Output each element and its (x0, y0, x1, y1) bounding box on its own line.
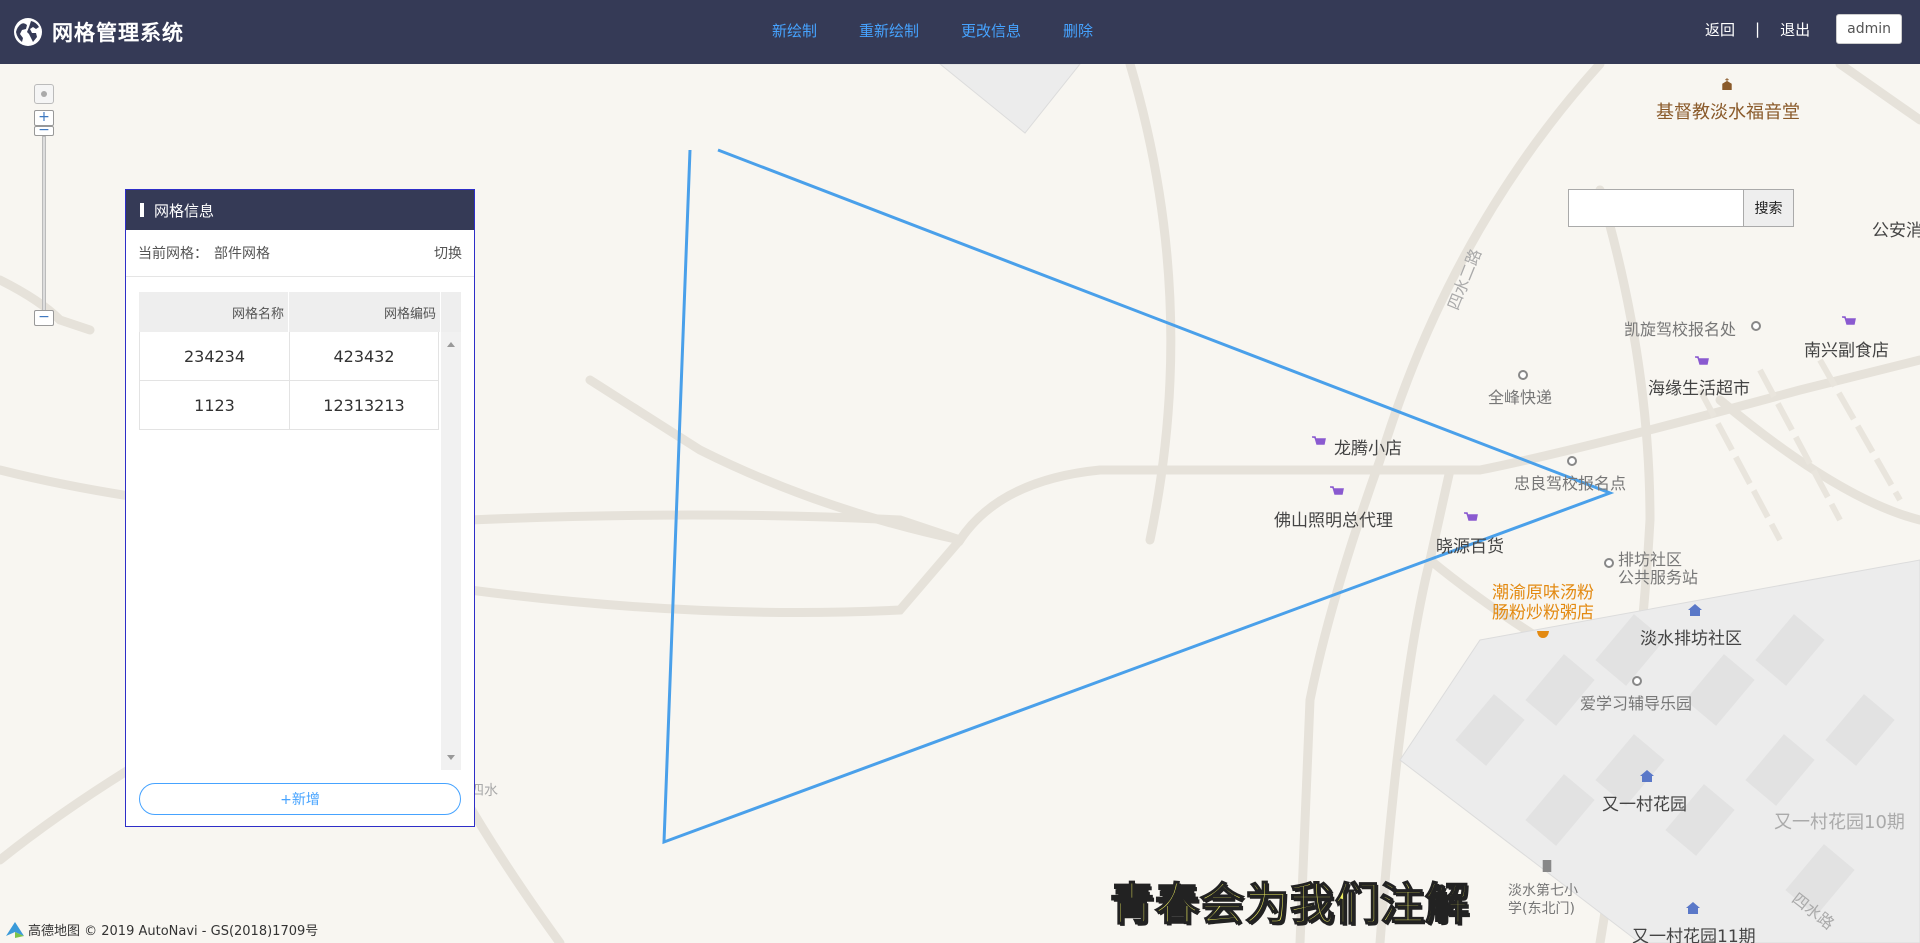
panel-header: 网格信息 (126, 190, 474, 230)
panel-title: 网格信息 (154, 201, 215, 220)
cell-grid-name: 1123 (139, 381, 289, 429)
header-accent-bar (140, 203, 144, 217)
toolbar-nav: 新绘制 重新绘制 更改信息 删除 (772, 20, 1135, 41)
cell-grid-code: 423432 (289, 332, 439, 380)
new-draw-link[interactable]: 新绘制 (772, 20, 817, 41)
poi-chaoyu-2[interactable]: 肠粉炒粉粥店 (1492, 604, 1594, 623)
search-button[interactable]: 搜索 (1744, 189, 1794, 227)
amap-logo-icon (6, 921, 24, 938)
switch-grid-link[interactable]: 切换 (434, 243, 462, 263)
globe-icon (14, 18, 42, 46)
table-row[interactable]: 1123 12313213 (139, 381, 439, 430)
scroll-down-icon[interactable] (447, 755, 455, 760)
cell-grid-code: 12313213 (289, 381, 439, 429)
poi-foshan[interactable]: 佛山照明总代理 (1274, 506, 1393, 531)
current-grid-value: 部件网格 (214, 246, 270, 262)
poi-dot (1632, 676, 1642, 686)
poi-youyicun[interactable]: 又一村花园 (1602, 790, 1687, 815)
shopping-cart-icon (1312, 436, 1326, 445)
column-header-name[interactable]: 网格名称 (139, 292, 289, 332)
poi-zhongliang[interactable]: 忠良驾校报名点 (1514, 470, 1626, 494)
poi-youyicun11[interactable]: 又一村花园11期 (1632, 922, 1756, 943)
column-header-code[interactable]: 网格编码 (289, 292, 441, 332)
header-separator: | (1755, 20, 1761, 38)
search-input[interactable] (1568, 189, 1744, 227)
map-attribution: 高德地图 © 2019 AutoNavi - GS(2018)1709号 (6, 920, 318, 939)
grid-table: 网格名称 网格编码 234234 423432 1123 12313213 (139, 292, 461, 770)
community-icon (1686, 902, 1700, 914)
shopping-cart-icon (1330, 486, 1344, 495)
attribution-text: 高德地图 © 2019 AutoNavi - GS(2018)1709号 (28, 924, 319, 939)
app-title: 网格管理系统 (52, 21, 184, 45)
poi-youyicun10[interactable]: 又一村花园10期 (1774, 808, 1905, 834)
table-body: 234234 423432 1123 12313213 (139, 332, 439, 430)
locate-button[interactable] (34, 84, 54, 104)
poi-kaixuan[interactable]: 凯旋驾校报名处 (1624, 316, 1736, 340)
church-icon (1722, 78, 1732, 90)
poi-longteng[interactable]: 龙腾小店 (1334, 434, 1402, 459)
poi-paifang-2[interactable]: 公共服务站 (1618, 564, 1698, 588)
edit-info-link[interactable]: 更改信息 (961, 20, 1021, 41)
locate-icon (41, 91, 47, 97)
poi-chaoyu-1[interactable]: 潮渝原味汤粉 (1492, 584, 1594, 603)
current-grid-label: 当前网格： (138, 246, 208, 262)
grid-info-panel: 网格信息 当前网格： 部件网格 切换 网格名称 网格编码 234234 4234… (125, 189, 475, 827)
top-navbar: 网格管理系统 新绘制 重新绘制 更改信息 删除 返回 | 退出 admin (0, 0, 1920, 64)
poi-xiaoyuan[interactable]: 晓源百货 (1436, 532, 1504, 557)
back-link[interactable]: 返回 (1705, 19, 1735, 40)
poi-haiyuan[interactable]: 海缘生活超市 (1648, 374, 1750, 399)
scroll-up-icon[interactable] (447, 342, 455, 347)
table-header: 网格名称 网格编码 (139, 292, 461, 332)
shopping-cart-icon (1842, 316, 1856, 325)
shopping-cart-icon (1464, 512, 1478, 521)
delete-link[interactable]: 删除 (1063, 20, 1093, 41)
poi-dot (1604, 558, 1614, 568)
shopping-cart-icon (1695, 356, 1709, 365)
poi-school-2[interactable]: 学(东北门) (1508, 898, 1575, 918)
table-scrollbar[interactable] (441, 332, 461, 770)
redraw-link[interactable]: 重新绘制 (859, 20, 919, 41)
poi-church[interactable]: 基督教淡水福音堂 (1656, 98, 1800, 124)
school-icon (1542, 860, 1552, 872)
poi-dot (1567, 456, 1577, 466)
current-grid-row: 当前网格： 部件网格 切换 (126, 230, 474, 277)
poi-dot (1751, 321, 1761, 331)
community-icon (1640, 770, 1654, 782)
poi-quanfeng[interactable]: 全峰快递 (1488, 384, 1552, 408)
user-button[interactable]: admin (1836, 14, 1902, 44)
table-row[interactable]: 234234 423432 (139, 332, 439, 381)
poi-aixuexi[interactable]: 爱学习辅导乐园 (1580, 690, 1692, 714)
poi-dot (1518, 370, 1528, 380)
map-search: 搜索 (1568, 189, 1794, 227)
food-icon (1537, 631, 1549, 638)
zoom-slider-handle[interactable]: − (34, 123, 54, 137)
poi-danshui-paifang[interactable]: 淡水排坊社区 (1640, 624, 1742, 649)
zoom-out-button[interactable]: − (34, 310, 54, 326)
add-grid-button[interactable]: +新增 (139, 783, 461, 815)
video-caption: 青春会为我们注解 (1109, 878, 1470, 931)
poi-nanxing[interactable]: 南兴副食店 (1804, 336, 1889, 361)
community-icon (1688, 604, 1702, 616)
zoom-slider-track[interactable] (42, 136, 46, 316)
logout-link[interactable]: 退出 (1780, 19, 1810, 40)
header-actions: 返回 | 退出 admin (1705, 14, 1902, 44)
poi-police[interactable]: 公安消 (1872, 216, 1920, 241)
poi-school-1[interactable]: 淡水第七小 (1508, 880, 1578, 900)
brand: 网格管理系统 (12, 12, 184, 52)
cell-grid-name: 234234 (139, 332, 289, 380)
